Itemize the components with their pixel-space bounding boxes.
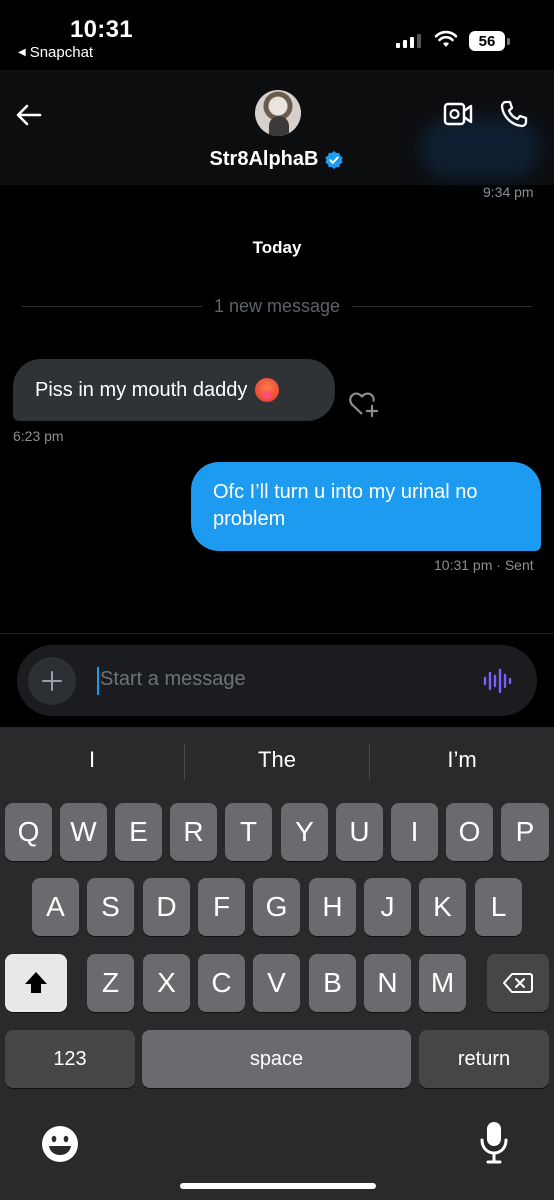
- phone-icon[interactable]: [499, 99, 529, 129]
- key-p[interactable]: P: [501, 803, 549, 861]
- numbers-key[interactable]: 123: [5, 1030, 135, 1088]
- key-y[interactable]: Y: [281, 803, 328, 861]
- back-triangle-icon: ◀: [18, 47, 26, 58]
- key-b[interactable]: B: [309, 954, 356, 1012]
- date-separator: Today: [252, 238, 302, 257]
- add-reaction-heart-icon[interactable]: [348, 390, 380, 420]
- message-input[interactable]: Start a message: [100, 668, 246, 691]
- key-e[interactable]: E: [115, 803, 162, 861]
- key-g[interactable]: G: [253, 878, 300, 936]
- battery-indicator: 56: [469, 31, 510, 51]
- key-v[interactable]: V: [253, 954, 300, 1012]
- key-o[interactable]: O: [446, 803, 493, 861]
- key-r[interactable]: R: [170, 803, 217, 861]
- space-key[interactable]: space: [142, 1030, 411, 1088]
- conversation-username[interactable]: Str8AlphaB: [0, 148, 554, 171]
- video-call-icon[interactable]: [443, 100, 473, 128]
- backspace-key[interactable]: [487, 954, 549, 1012]
- suggestion-2[interactable]: The: [185, 747, 369, 773]
- key-t[interactable]: T: [225, 803, 272, 861]
- back-app-label: Snapchat: [29, 44, 94, 61]
- new-message-label: 1 new message: [213, 295, 341, 316]
- return-key[interactable]: return: [419, 1030, 549, 1088]
- key-h[interactable]: H: [309, 878, 356, 936]
- key-l[interactable]: L: [475, 878, 522, 936]
- key-d[interactable]: D: [143, 878, 190, 936]
- outgoing-message-meta: 10:31 pm · Sent: [434, 557, 534, 573]
- text-cursor: [97, 667, 99, 695]
- new-message-divider: 1 new message: [22, 294, 533, 318]
- backspace-icon: [503, 973, 533, 993]
- avatar[interactable]: [255, 90, 301, 136]
- incoming-message-text: Piss in my mouth daddy: [35, 378, 248, 401]
- key-x[interactable]: X: [143, 954, 190, 1012]
- dictation-microphone-icon[interactable]: [478, 1120, 510, 1166]
- key-q[interactable]: Q: [5, 803, 52, 861]
- key-w[interactable]: W: [60, 803, 107, 861]
- username-label: Str8AlphaB: [209, 148, 319, 170]
- key-f[interactable]: F: [198, 878, 245, 936]
- shift-key[interactable]: [5, 954, 67, 1012]
- key-a[interactable]: A: [32, 878, 79, 936]
- key-j[interactable]: J: [364, 878, 411, 936]
- suggestion-3[interactable]: I’m: [370, 747, 554, 773]
- wifi-icon: [434, 30, 458, 47]
- plus-icon: [42, 671, 62, 691]
- key-k[interactable]: K: [419, 878, 466, 936]
- add-attachment-button[interactable]: [28, 657, 76, 705]
- emoji-keyboard-icon[interactable]: [40, 1124, 80, 1164]
- incoming-message-time: 6:23 pm: [13, 428, 64, 444]
- incoming-message-bubble[interactable]: Piss in my mouth daddy: [13, 359, 335, 421]
- shift-arrow-icon: [25, 972, 47, 993]
- key-i[interactable]: I: [391, 803, 438, 861]
- key-n[interactable]: N: [364, 954, 411, 1012]
- message-input-container[interactable]: [17, 645, 537, 716]
- suggestion-1[interactable]: I: [0, 747, 184, 773]
- divider-line: [352, 305, 533, 307]
- verified-badge-icon: [325, 150, 344, 169]
- key-s[interactable]: S: [87, 878, 134, 936]
- divider-line: [22, 305, 202, 307]
- key-m[interactable]: M: [419, 954, 466, 1012]
- status-bar: 10:31 ◀ Snapchat 56: [0, 0, 554, 70]
- previous-message-timestamp: 9:34 pm: [483, 184, 534, 200]
- home-indicator[interactable]: [180, 1183, 376, 1189]
- back-arrow-icon[interactable]: [14, 100, 44, 130]
- outgoing-message-status: · Sent: [496, 557, 534, 573]
- outgoing-message-bubble[interactable]: Ofc I’ll turn u into my urinal no proble…: [191, 462, 541, 551]
- outgoing-message-text: Ofc I’ll turn u into my urinal no proble…: [213, 481, 478, 530]
- outgoing-message-time: 10:31 pm: [434, 557, 493, 573]
- voice-message-icon[interactable]: [482, 667, 512, 695]
- cellular-signal-icon: [396, 34, 421, 48]
- status-time: 10:31: [70, 16, 133, 43]
- key-c[interactable]: C: [198, 954, 245, 1012]
- key-u[interactable]: U: [336, 803, 383, 861]
- back-to-app-link[interactable]: ◀ Snapchat: [18, 44, 93, 61]
- key-z[interactable]: Z: [87, 954, 134, 1012]
- hot-face-emoji-icon: [255, 378, 280, 402]
